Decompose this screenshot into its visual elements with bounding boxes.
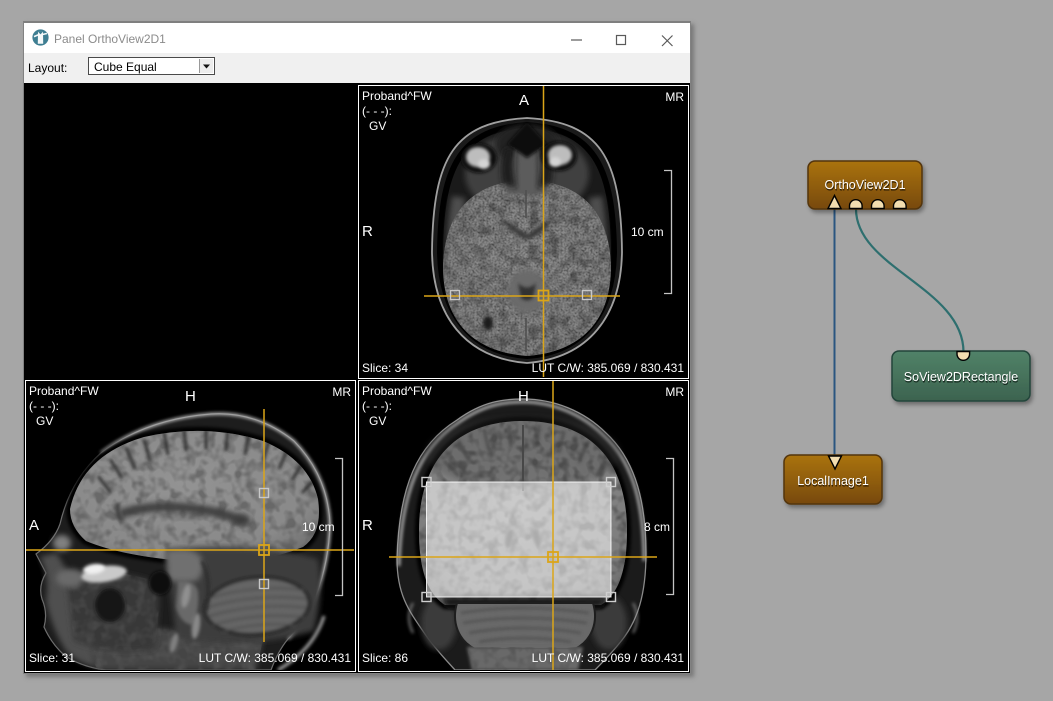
svg-text:LocalImage1: LocalImage1	[797, 474, 869, 488]
svg-text:8 cm: 8 cm	[644, 520, 670, 534]
svg-text:A: A	[29, 517, 39, 534]
svg-text:H: H	[518, 388, 529, 405]
svg-text:GV: GV	[36, 414, 53, 428]
svg-text:OrthoView2D1: OrthoView2D1	[825, 180, 906, 194]
svg-text:R: R	[362, 223, 373, 240]
svg-text:SoView2DRectangle: SoView2DRectangle	[904, 370, 1018, 384]
svg-text:MR: MR	[332, 385, 351, 399]
svg-text:Proband^FW: Proband^FW	[362, 384, 432, 398]
svg-text:A: A	[519, 92, 529, 109]
svg-text:Slice: 31: Slice: 31	[29, 651, 75, 665]
svg-text:LUT C/W: 385.069 / 830.431: LUT C/W: 385.069 / 830.431	[532, 361, 685, 375]
svg-text:Proband^FW: Proband^FW	[29, 384, 99, 398]
svg-text:10 cm: 10 cm	[631, 225, 664, 239]
svg-text:Proband^FW: Proband^FW	[362, 89, 432, 103]
svg-text:MR: MR	[665, 90, 684, 104]
svg-text:H: H	[185, 388, 196, 405]
svg-text:GV: GV	[369, 414, 386, 428]
svg-text:R: R	[362, 517, 373, 534]
svg-text:Slice: 34: Slice: 34	[362, 361, 408, 375]
svg-text:LUT C/W: 385.069 / 830.431: LUT C/W: 385.069 / 830.431	[532, 651, 685, 665]
svg-text:MR: MR	[665, 385, 684, 399]
svg-text:GV: GV	[369, 119, 386, 133]
svg-text:(- - -):: (- - -):	[29, 399, 59, 413]
svg-text:LUT C/W: 385.069 / 830.431: LUT C/W: 385.069 / 830.431	[199, 651, 352, 665]
svg-text:LocalImage1: LocalImage1	[798, 476, 870, 490]
svg-text:(- - -):: (- - -):	[362, 399, 392, 413]
svg-text:Slice: 86: Slice: 86	[362, 651, 408, 665]
svg-text:SoView2DRectangle: SoView2DRectangle	[904, 372, 1018, 386]
svg-text:(- - -):: (- - -):	[362, 104, 392, 118]
svg-text:OrthoView2D1: OrthoView2D1	[824, 178, 905, 192]
svg-text:10 cm: 10 cm	[302, 520, 335, 534]
